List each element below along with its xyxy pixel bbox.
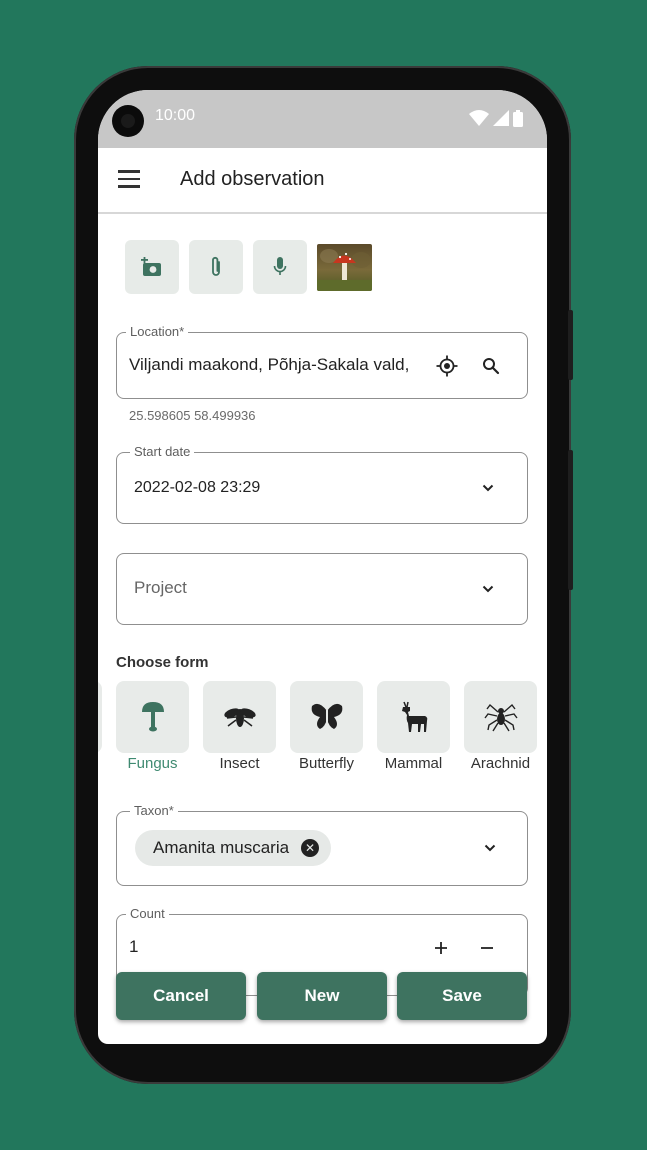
add-photo-icon	[141, 257, 161, 276]
mushroom-photo	[317, 244, 372, 291]
location-input[interactable]: Viljandi maakond, Põhja-Sakala vald,	[129, 355, 429, 375]
cancel-button[interactable]: Cancel	[116, 972, 246, 1020]
chevron-down-icon	[482, 585, 494, 593]
form-item-fungus[interactable]: Fungus	[116, 681, 189, 772]
battery-icon	[513, 109, 523, 127]
page-title: Add observation	[180, 168, 325, 190]
new-button[interactable]: New	[257, 972, 387, 1020]
remove-taxon-icon[interactable]: ✕	[301, 839, 320, 857]
save-button[interactable]: Save	[397, 972, 527, 1020]
project-dropdown[interactable]	[473, 574, 503, 604]
gps-location-button[interactable]	[432, 351, 462, 381]
choose-form-title: Choose form	[116, 654, 209, 671]
plus-icon	[435, 942, 447, 954]
add-photo-button[interactable]	[125, 240, 179, 294]
spider-icon	[483, 703, 518, 732]
power-button	[568, 310, 573, 380]
phone-screen: 10:00 Add observation Location* Viljandi…	[98, 90, 547, 1044]
count-value[interactable]: 1	[129, 937, 138, 957]
taxon-label: Taxon*	[130, 803, 178, 818]
start-date-value: 2022-02-08 23:29	[134, 479, 261, 496]
status-bar: 10:00	[98, 90, 547, 148]
project-placeholder: Project	[134, 578, 187, 597]
decrement-button[interactable]	[472, 933, 502, 963]
taxon-chip[interactable]: Amanita muscaria ✕	[135, 830, 332, 866]
form-item-arachnid[interactable]: Arachnid	[464, 681, 537, 772]
location-coordinates: 25.598605 58.499936	[129, 408, 256, 423]
status-time: 10:00	[155, 107, 196, 124]
form-label-insect: Insect	[219, 755, 260, 772]
taxon-dropdown[interactable]	[475, 833, 505, 863]
chevron-down-icon	[484, 844, 496, 852]
record-audio-button[interactable]	[253, 240, 307, 294]
action-bar: Cancel New Save	[98, 972, 547, 1044]
form-item-insect[interactable]: Insect	[203, 681, 276, 772]
form-item-partial[interactable]	[98, 681, 102, 753]
form-item-mammal[interactable]: Mammal	[377, 681, 450, 772]
minus-icon	[481, 947, 493, 949]
form-label-arachnid: Arachnid	[470, 755, 531, 772]
paperclip-icon	[212, 256, 220, 276]
project-field[interactable]: Project	[116, 553, 528, 625]
search-icon	[483, 358, 500, 375]
chevron-down-icon	[482, 484, 494, 492]
taxon-field[interactable]: Taxon* Amanita muscaria ✕	[116, 803, 528, 886]
front-camera	[112, 105, 144, 137]
count-label: Count	[126, 906, 169, 921]
insect-icon	[223, 708, 256, 727]
form-selector: Fungus Insect Butterfly Mammal Arachnid	[98, 681, 547, 781]
system-icons	[469, 109, 523, 127]
app-bar: Add observation	[98, 148, 547, 214]
form-item-butterfly[interactable]: Butterfly	[290, 681, 363, 772]
location-field[interactable]: Location* Viljandi maakond, Põhja-Sakala…	[116, 324, 528, 399]
microphone-icon	[273, 257, 287, 275]
observation-photo-thumbnail[interactable]	[317, 244, 372, 291]
start-date-label: Start date	[130, 444, 195, 459]
location-search-button[interactable]	[476, 351, 506, 381]
volume-button	[568, 450, 573, 590]
observation-form: Location* Viljandi maakond, Põhja-Sakala…	[98, 214, 547, 1044]
hamburger-menu-icon[interactable]	[118, 170, 140, 190]
form-label-butterfly: Butterfly	[298, 755, 355, 772]
start-date-dropdown[interactable]	[473, 473, 503, 503]
butterfly-icon	[311, 703, 342, 729]
form-label-mammal: Mammal	[384, 755, 443, 772]
cell-signal-icon	[493, 110, 509, 126]
deer-icon	[401, 701, 427, 732]
increment-button[interactable]	[426, 933, 456, 963]
attach-file-button[interactable]	[189, 240, 243, 294]
wifi-icon	[469, 110, 489, 126]
start-date-field[interactable]: Start date 2022-02-08 23:29	[116, 444, 528, 524]
location-label: Location*	[126, 324, 189, 339]
form-label-fungus: Fungus	[127, 755, 178, 772]
taxon-chip-label: Amanita muscaria	[153, 838, 290, 857]
my-location-icon	[436, 355, 458, 377]
mushroom-icon	[141, 702, 164, 732]
